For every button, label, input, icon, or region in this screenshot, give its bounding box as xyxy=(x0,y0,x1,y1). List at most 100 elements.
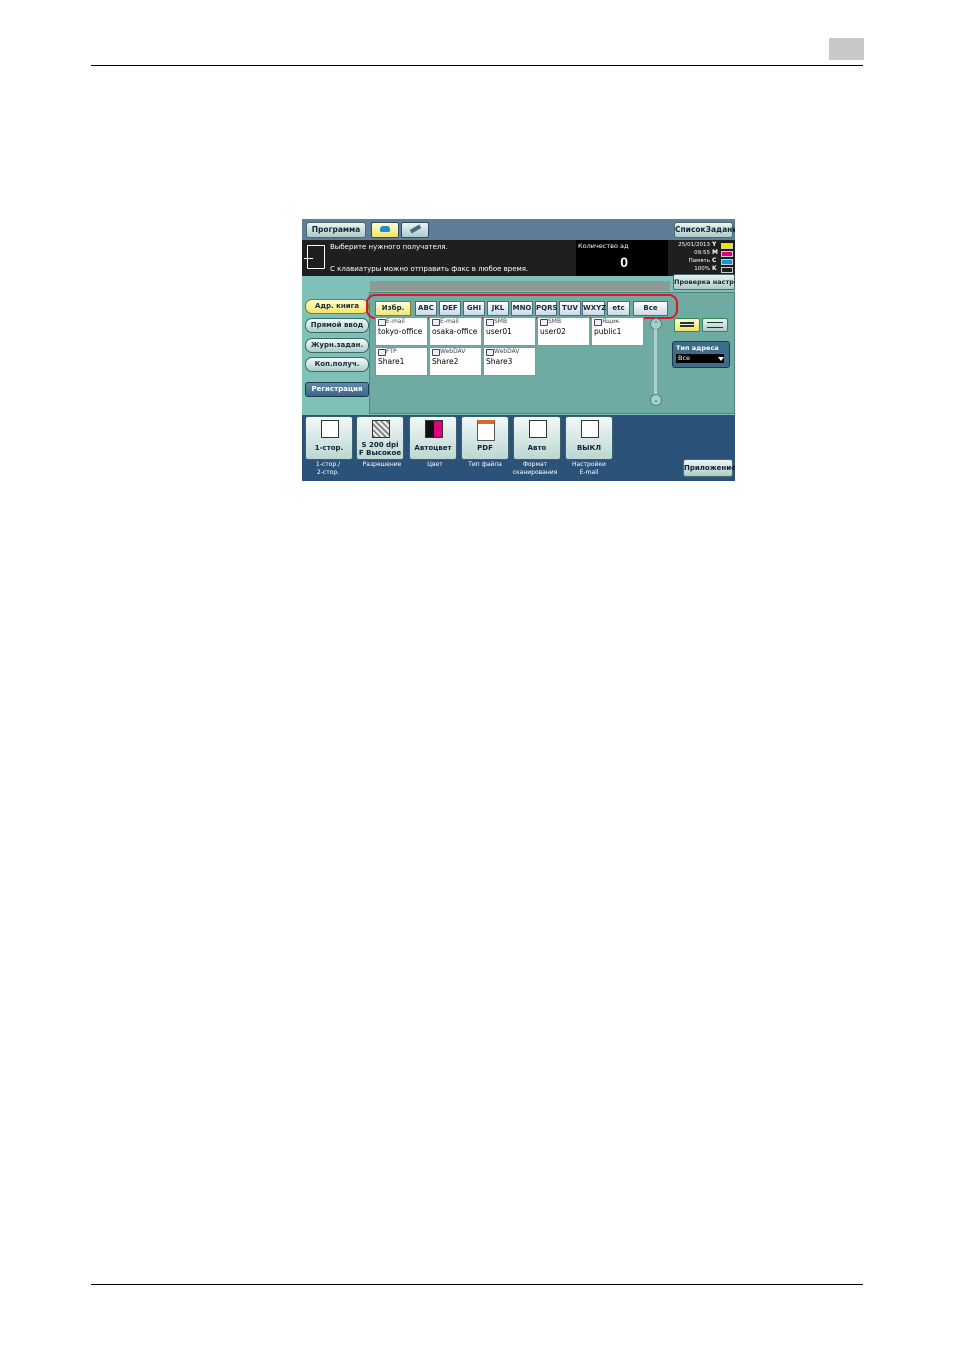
email-settings-icon xyxy=(581,420,599,438)
address-type-selector[interactable]: Тип адреса Все xyxy=(672,341,730,368)
resolution-icon xyxy=(372,420,390,438)
job-list-button[interactable]: СписокЗаданий xyxy=(674,222,735,238)
pen-icon xyxy=(409,224,422,234)
toner-label-m: M xyxy=(712,249,718,256)
function-caption: Настройки E-mail xyxy=(572,461,606,476)
webdav-icon xyxy=(432,349,440,356)
toner-label-y: Y xyxy=(712,241,717,248)
destination-type: FTP xyxy=(386,348,397,355)
toner-bar-y xyxy=(721,243,733,249)
function-value: Автоцвет xyxy=(414,444,452,452)
destination-entry-band xyxy=(370,281,670,291)
email-icon xyxy=(432,319,440,326)
color-icon xyxy=(425,420,443,438)
toner-bar-c xyxy=(721,259,733,265)
destination-name: Share3 xyxy=(486,357,513,366)
scan-fax-mode-button[interactable] xyxy=(371,222,399,238)
function-caption: Формат сканирования xyxy=(512,461,558,476)
destination-type: E-mail xyxy=(440,318,459,325)
grid-icon xyxy=(680,322,694,327)
destination-type: SMB xyxy=(494,318,508,325)
destination-name: Share2 xyxy=(432,357,459,366)
function-caption: Цвет xyxy=(427,461,443,468)
sidebar-item-2[interactable]: Прямой ввод xyxy=(305,318,369,333)
destination-name: user01 xyxy=(486,327,512,336)
device-screen: Программа СписокЗаданий Выберите нужного… xyxy=(302,219,735,481)
date-display: 25/01/2013 xyxy=(678,242,710,248)
address-type-value: Все xyxy=(676,354,724,363)
counter-value: 0 xyxy=(620,254,628,270)
scan-document-icon xyxy=(304,245,325,269)
footer-rule xyxy=(91,1284,863,1285)
counter-label: Количество ад xyxy=(578,242,629,250)
function-value: PDF xyxy=(477,444,493,452)
function-key-6[interactable]: ВЫКЛ xyxy=(565,416,613,460)
function-key-3[interactable]: Автоцвет xyxy=(409,416,457,460)
function-caption: Разрешение xyxy=(362,461,402,468)
pdf-icon xyxy=(477,420,495,441)
destination-name: osaka-office xyxy=(432,327,478,336)
list-view-button[interactable] xyxy=(702,318,728,332)
destination-type: E-mail xyxy=(386,318,405,325)
destination-type: Ящик xyxy=(602,318,620,325)
sidebar-item-3[interactable]: Журн.задан. xyxy=(305,338,369,353)
destination-card[interactable]: SMB user01 xyxy=(483,317,536,346)
destination-card[interactable]: E-mail osaka-office xyxy=(429,317,482,346)
destination-type: SMB xyxy=(548,318,562,325)
function-key-5[interactable]: Авто xyxy=(513,416,561,460)
function-caption: 1-стор./ 2-стор. xyxy=(315,461,341,476)
handwriting-mode-button[interactable] xyxy=(401,222,429,238)
destination-card[interactable]: E-mail tokyo-office xyxy=(375,317,428,346)
memory-label: Память xyxy=(688,258,710,264)
toner-label-k: K xyxy=(712,265,717,272)
destination-card[interactable]: Ящик public1 xyxy=(591,317,644,346)
phone-icon xyxy=(380,226,390,232)
function-key-4[interactable]: PDF xyxy=(461,416,509,460)
toner-label-c: C xyxy=(712,257,717,264)
destination-type: WebDAV xyxy=(440,348,466,355)
check-settings-button[interactable]: Проверка настро xyxy=(673,274,735,290)
duplex-icon xyxy=(321,420,339,438)
thumbnail-view-button[interactable] xyxy=(674,318,700,332)
top-bar xyxy=(302,219,735,240)
function-value: 1-стор. xyxy=(314,444,344,452)
scroll-down-arrow[interactable]: ⌄ xyxy=(650,394,662,406)
destination-card[interactable]: FTP Share1 xyxy=(375,347,428,376)
scrollbar[interactable] xyxy=(654,329,657,395)
sidebar-item-4[interactable]: Коп.получ. xyxy=(305,357,369,372)
address-type-label: Тип адреса xyxy=(676,344,719,352)
memory-value: 100% xyxy=(694,266,710,272)
toner-bar-k xyxy=(721,267,733,273)
destination-type: WebDAV xyxy=(494,348,520,355)
destination-name: user02 xyxy=(540,327,566,336)
function-key-1[interactable]: 1-стор. xyxy=(305,416,353,460)
function-caption: Тип файла xyxy=(468,461,502,468)
smb-icon xyxy=(540,319,548,326)
list-icon xyxy=(707,322,723,328)
webdav-icon xyxy=(486,349,494,356)
destination-card[interactable]: WebDAV Share3 xyxy=(483,347,536,376)
box-icon xyxy=(594,319,602,326)
function-value: S 200 dpi F Высокое xyxy=(358,441,402,457)
destination-card[interactable]: SMB user02 xyxy=(537,317,590,346)
page-size-icon xyxy=(529,420,547,438)
destination-name: Share1 xyxy=(378,357,405,366)
email-icon xyxy=(378,319,386,326)
function-key-2[interactable]: S 200 dpi F Высокое xyxy=(356,416,404,460)
toner-bar-m xyxy=(721,251,733,257)
program-button[interactable]: Программа xyxy=(306,222,366,238)
chevron-down-icon xyxy=(718,357,724,361)
page-tab-marker xyxy=(829,38,864,60)
smb-icon xyxy=(486,319,494,326)
function-value: ВЫКЛ xyxy=(576,444,602,452)
function-value: Авто xyxy=(527,444,547,452)
destination-card[interactable]: WebDAV Share2 xyxy=(429,347,482,376)
destination-name: public1 xyxy=(594,327,622,336)
sidebar-item-1[interactable]: Адр. книга xyxy=(305,299,369,314)
application-button[interactable]: Приложение xyxy=(683,459,735,477)
message-line-2: С клавиатуры можно отправить факс в любо… xyxy=(330,265,529,273)
sidebar-item-5[interactable]: Регистрация xyxy=(305,382,369,397)
message-line-1: Выберите нужного получателя. xyxy=(330,243,448,251)
ftp-icon xyxy=(378,349,386,356)
highlight-oval xyxy=(366,294,678,319)
